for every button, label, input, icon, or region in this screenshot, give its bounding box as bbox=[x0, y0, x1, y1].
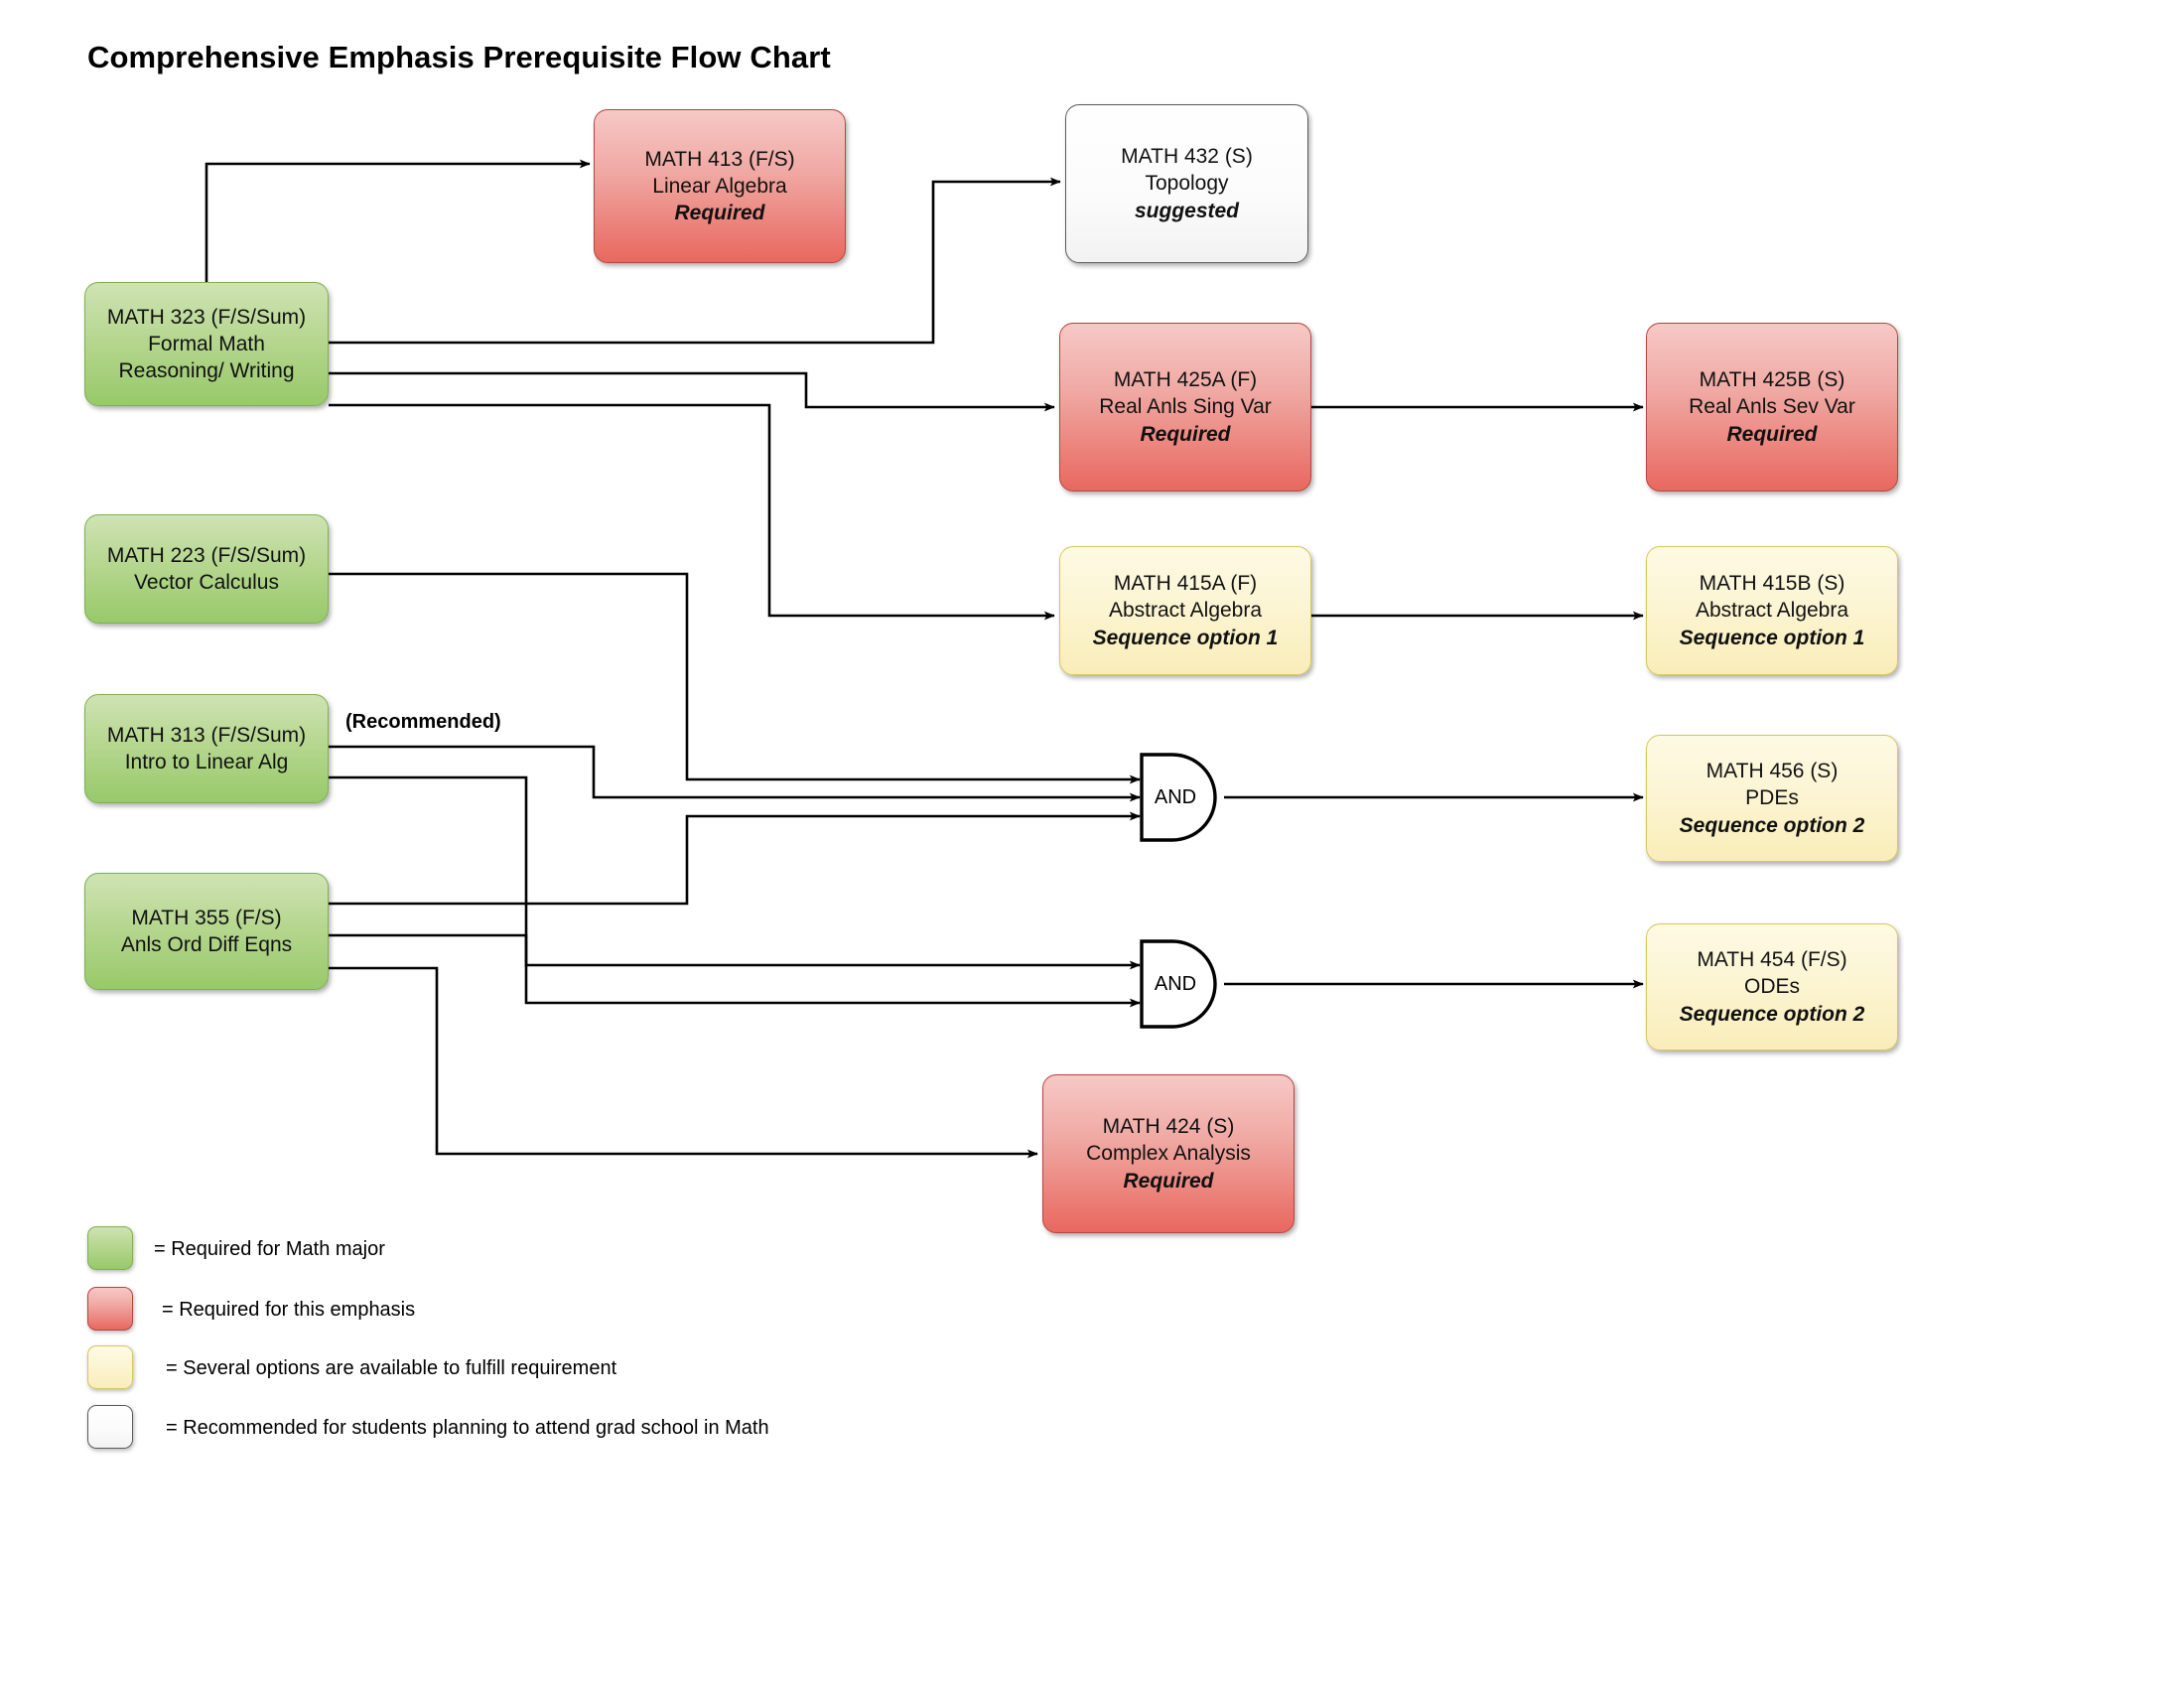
node-math413-code: MATH 413 (F/S) bbox=[644, 147, 795, 171]
node-math425a-status: Required bbox=[1140, 422, 1231, 446]
node-math415b-code: MATH 415B (S) bbox=[1699, 572, 1845, 596]
node-math424-code: MATH 424 (S) bbox=[1102, 1115, 1235, 1139]
and-gate-2-label: AND bbox=[1154, 973, 1197, 995]
edge-313-and2 bbox=[329, 775, 1141, 970]
node-math323-name: Formal Math bbox=[148, 332, 265, 355]
node-math424-status: Required bbox=[1123, 1169, 1214, 1193]
node-math456[interactable]: MATH 456 (S) PDEs Sequence option 2 bbox=[1646, 735, 1898, 862]
node-math456-code: MATH 456 (S) bbox=[1706, 760, 1839, 783]
edge-223-and1 bbox=[329, 572, 1141, 784]
node-math456-name: PDEs bbox=[1745, 786, 1799, 810]
legend-swatch-required-emphasis bbox=[87, 1287, 133, 1331]
node-math424[interactable]: MATH 424 (S) Complex Analysis Required bbox=[1042, 1074, 1295, 1233]
node-math425b-status: Required bbox=[1726, 422, 1818, 446]
legend-text-required-major: = Required for Math major bbox=[154, 1238, 385, 1260]
node-math415a-status: Sequence option 1 bbox=[1092, 626, 1279, 649]
node-math454-code: MATH 454 (F/S) bbox=[1697, 948, 1847, 972]
node-math454-name: ODEs bbox=[1743, 975, 1800, 999]
legend-text-grad-school: = Recommended for students planning to a… bbox=[166, 1417, 769, 1439]
node-math415a-name: Abstract Algebra bbox=[1108, 599, 1263, 623]
node-math425a[interactable]: MATH 425A (F) Real Anls Sing Var Require… bbox=[1059, 323, 1311, 492]
node-math415a-code: MATH 415A (F) bbox=[1113, 572, 1258, 596]
node-math413-name: Linear Algebra bbox=[652, 174, 787, 198]
recommended-edge-label: (Recommended) bbox=[345, 711, 501, 733]
node-math432-status: suggested bbox=[1134, 199, 1240, 222]
edge-313-and1-recommended bbox=[329, 745, 1141, 802]
node-math355-code: MATH 355 (F/S) bbox=[131, 906, 282, 929]
edge-355-and1 bbox=[329, 811, 1141, 906]
node-math413-status: Required bbox=[674, 202, 765, 225]
legend-text-several-options: = Several options are available to fulfi… bbox=[166, 1357, 617, 1379]
legend-swatch-required-major bbox=[87, 1226, 133, 1270]
node-math425a-code: MATH 425A (F) bbox=[1113, 368, 1258, 392]
node-math313[interactable]: MATH 313 (F/S/Sum) Intro to Linear Alg bbox=[84, 694, 329, 803]
node-math415b-name: Abstract Algebra bbox=[1695, 599, 1849, 623]
node-math425b-name: Real Anls Sev Var bbox=[1689, 395, 1855, 419]
node-math223-name: Vector Calculus bbox=[134, 571, 279, 594]
node-math355-name: Anls Ord Diff Eqns bbox=[120, 933, 293, 956]
node-math454-status: Sequence option 2 bbox=[1679, 1002, 1865, 1026]
node-math223-code: MATH 223 (F/S/Sum) bbox=[106, 543, 307, 567]
node-math313-name: Intro to Linear Alg bbox=[124, 751, 289, 774]
edge-323-413 bbox=[205, 159, 591, 288]
edge-355-424 bbox=[329, 966, 1038, 1159]
node-math313-code: MATH 313 (F/S/Sum) bbox=[106, 723, 307, 747]
node-math425b[interactable]: MATH 425B (S) Real Anls Sev Var Required bbox=[1646, 323, 1898, 492]
flowchart-canvas: Comprehensive Emphasis Prerequisite Flow… bbox=[0, 0, 2184, 1688]
legend-swatch-several-options bbox=[87, 1345, 133, 1389]
node-math432-name: Topology bbox=[1145, 172, 1229, 196]
and-gate-1-label: AND bbox=[1154, 786, 1197, 808]
node-math425b-code: MATH 425B (S) bbox=[1699, 368, 1845, 392]
node-math415b[interactable]: MATH 415B (S) Abstract Algebra Sequence … bbox=[1646, 546, 1898, 675]
node-math456-status: Sequence option 2 bbox=[1679, 813, 1865, 837]
node-math323-name2: Reasoning/ Writing bbox=[118, 359, 295, 383]
node-math413[interactable]: MATH 413 (F/S) Linear Algebra Required bbox=[594, 109, 846, 263]
legend-text-required-emphasis: = Required for this emphasis bbox=[162, 1299, 416, 1321]
node-math432[interactable]: MATH 432 (S) Topology suggested bbox=[1065, 104, 1308, 263]
node-math323[interactable]: MATH 323 (F/S/Sum) Formal Math Reasoning… bbox=[84, 282, 329, 406]
edge-323-425a bbox=[329, 371, 1055, 412]
node-math323-code: MATH 323 (F/S/Sum) bbox=[106, 305, 307, 329]
node-math425a-name: Real Anls Sing Var bbox=[1099, 395, 1272, 419]
node-math415a[interactable]: MATH 415A (F) Abstract Algebra Sequence … bbox=[1059, 546, 1311, 675]
node-math223[interactable]: MATH 223 (F/S/Sum) Vector Calculus bbox=[84, 514, 329, 624]
legend-swatch-grad-school bbox=[87, 1405, 133, 1449]
node-math432-code: MATH 432 (S) bbox=[1121, 145, 1253, 169]
edge-355-and2 bbox=[329, 933, 1141, 1008]
node-math424-name: Complex Analysis bbox=[1086, 1142, 1251, 1166]
node-math355[interactable]: MATH 355 (F/S) Anls Ord Diff Eqns bbox=[84, 873, 329, 990]
node-math454[interactable]: MATH 454 (F/S) ODEs Sequence option 2 bbox=[1646, 923, 1898, 1051]
edge-323-415a bbox=[329, 403, 1055, 621]
node-math415b-status: Sequence option 1 bbox=[1679, 626, 1865, 649]
